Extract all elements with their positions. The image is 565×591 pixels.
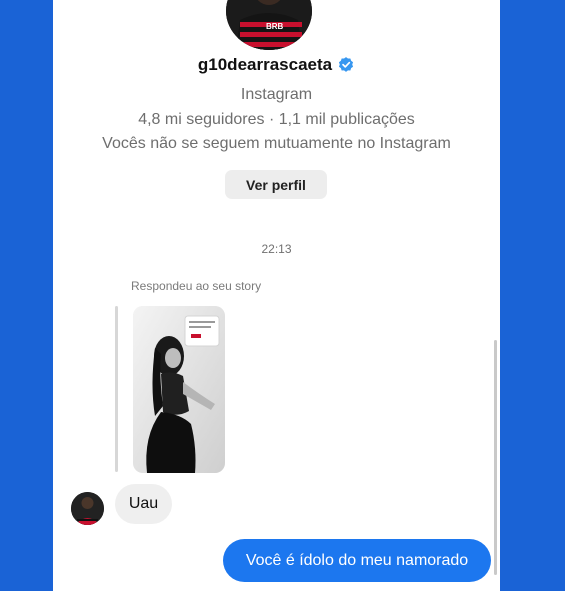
view-profile-button[interactable]: Ver perfil <box>225 170 327 199</box>
reply-indicator-bar <box>115 306 118 472</box>
username: g10dearrascaeta <box>197 55 333 74</box>
story-thumbnail[interactable] <box>133 306 225 473</box>
verified-badge-icon <box>339 57 354 72</box>
follower-stats: 4,8 mi seguidores · 1,1 mil publicações <box>138 111 415 128</box>
profile-avatar[interactable]: BRB <box>226 0 312 50</box>
dm-thread: BRB g10dearrascaeta Instagram 4,8 mi seg… <box>53 0 500 591</box>
svg-text:BRB: BRB <box>266 22 284 31</box>
scrollbar[interactable] <box>494 340 497 575</box>
outgoing-message[interactable]: Você é ídolo do meu namorado <box>223 539 491 582</box>
sender-avatar[interactable] <box>71 492 104 525</box>
story-reply-label: Respondeu ao seu story <box>131 279 262 293</box>
username-row[interactable]: g10dearrascaeta <box>53 55 500 75</box>
platform-label: Instagram <box>240 86 313 103</box>
incoming-message[interactable]: Uau <box>115 484 172 524</box>
message-timestamp: 22:13 <box>261 242 292 256</box>
mutual-follow-note: Vocês não se seguem mutuamente no Instag… <box>102 135 451 152</box>
